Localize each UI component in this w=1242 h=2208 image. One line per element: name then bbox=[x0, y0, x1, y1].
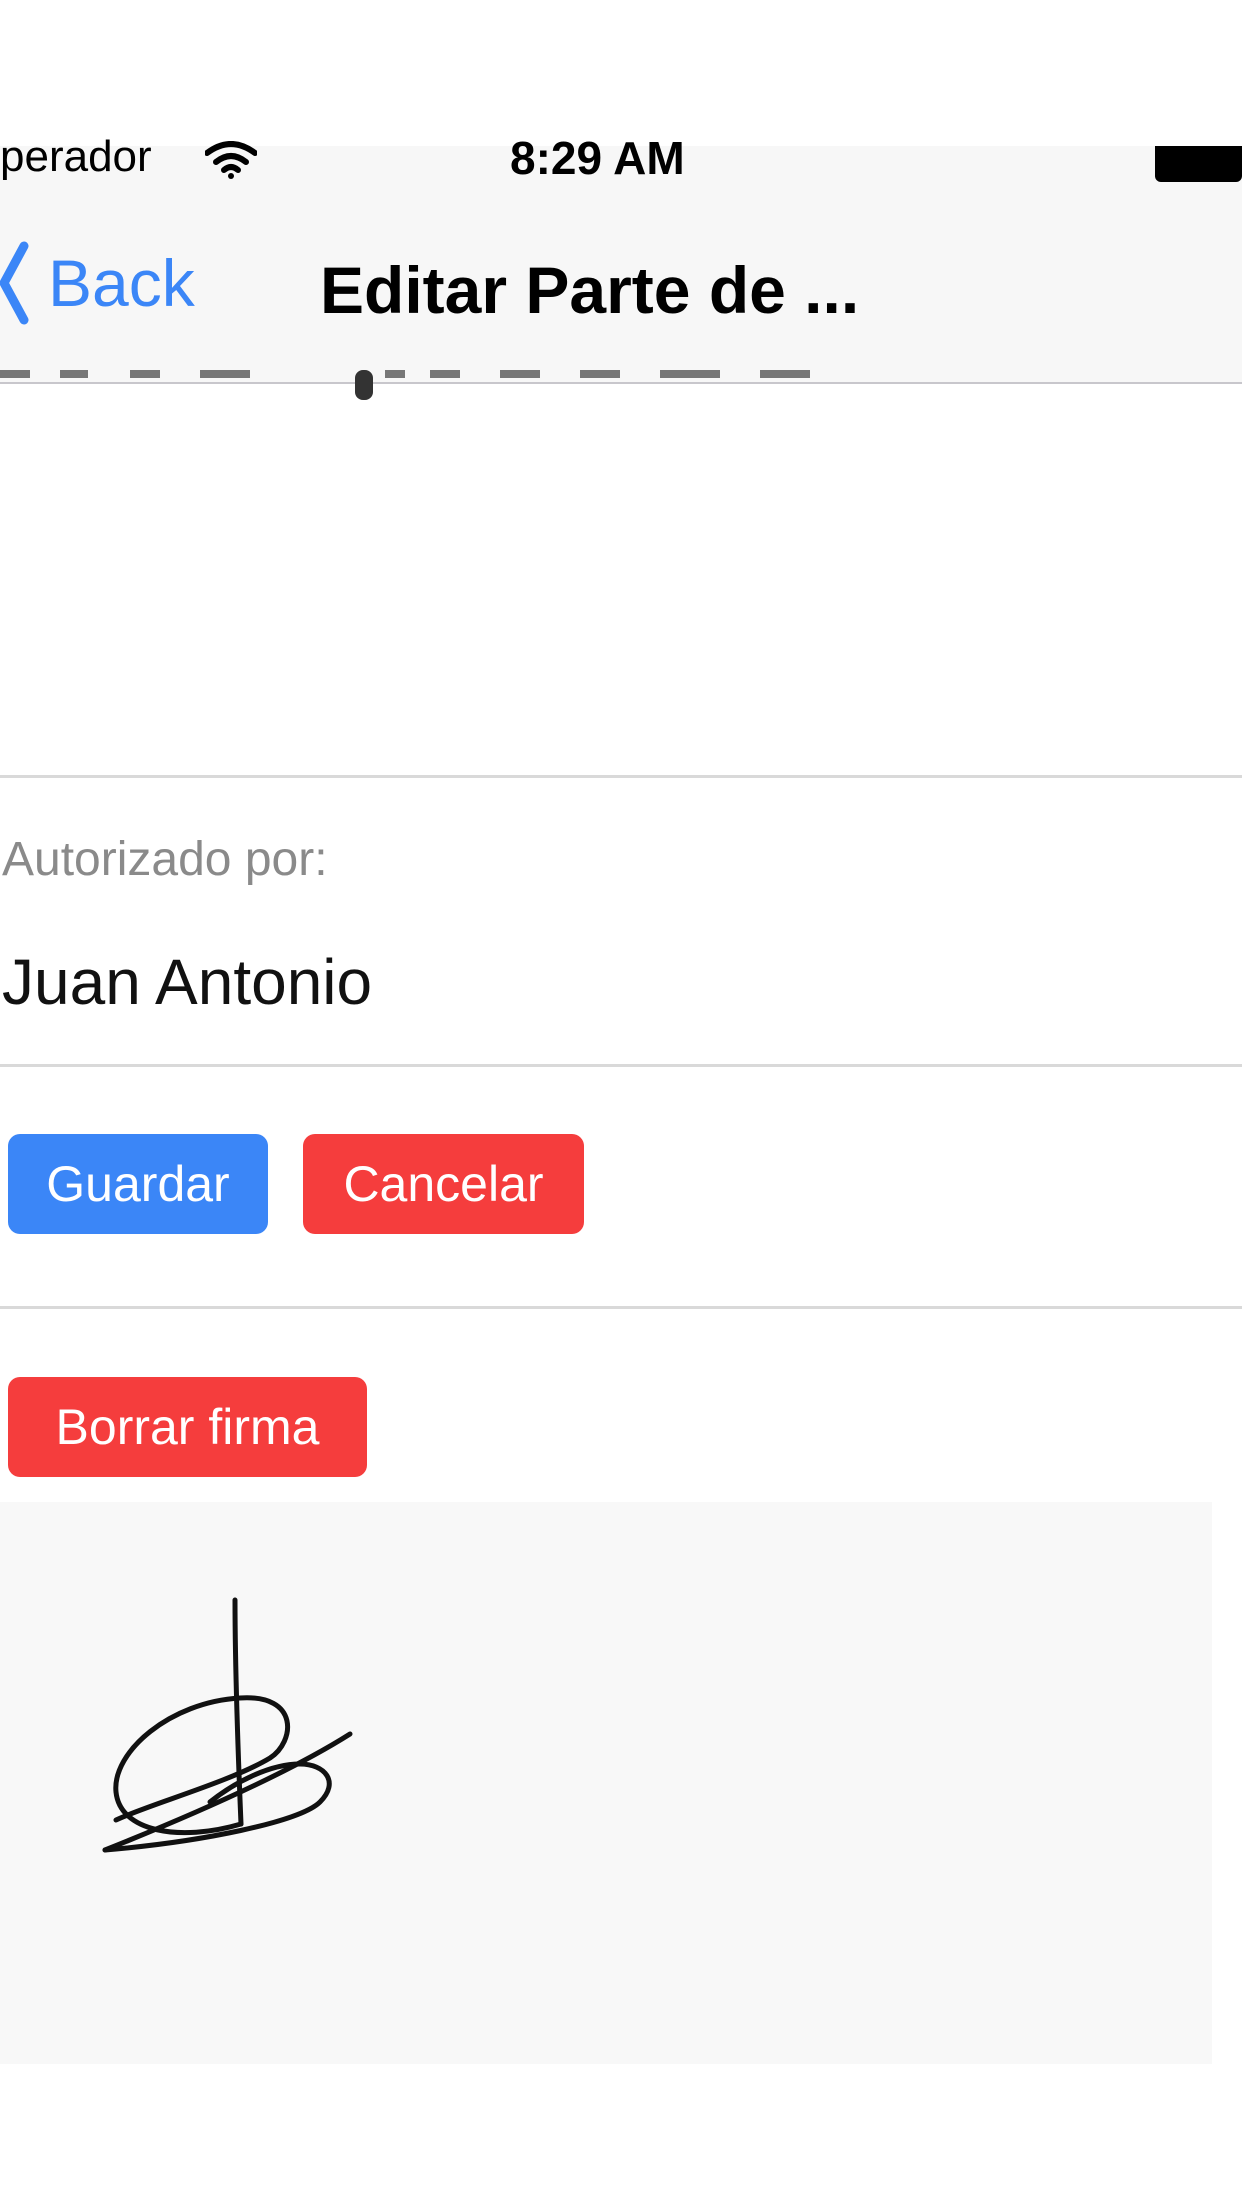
section-divider bbox=[0, 775, 1242, 778]
signature-stroke bbox=[102, 1597, 353, 1853]
cancel-button[interactable]: Cancelar bbox=[303, 1134, 584, 1234]
carrier-name: perador bbox=[0, 132, 152, 181]
page-title: Editar Parte de ... bbox=[320, 253, 860, 327]
section-divider bbox=[0, 1064, 1242, 1067]
save-button[interactable]: Guardar bbox=[8, 1134, 268, 1234]
signature-pad[interactable] bbox=[0, 1502, 1212, 2064]
section-divider bbox=[0, 1306, 1242, 1309]
battery-icon bbox=[1155, 146, 1242, 182]
back-label: Back bbox=[48, 246, 195, 320]
status-time: 8:29 AM bbox=[510, 132, 685, 184]
authorized-by-label: Autorizado por: bbox=[2, 833, 328, 886]
wifi-icon bbox=[205, 141, 257, 179]
top-margin bbox=[0, 0, 1242, 146]
back-button[interactable]: Back bbox=[0, 238, 195, 328]
clear-signature-button[interactable]: Borrar firma bbox=[8, 1377, 367, 1477]
authorized-by-field[interactable]: Juan Antonio bbox=[2, 950, 372, 1014]
clipped-text-fragment bbox=[0, 370, 810, 400]
chevron-left-icon bbox=[0, 241, 29, 325]
